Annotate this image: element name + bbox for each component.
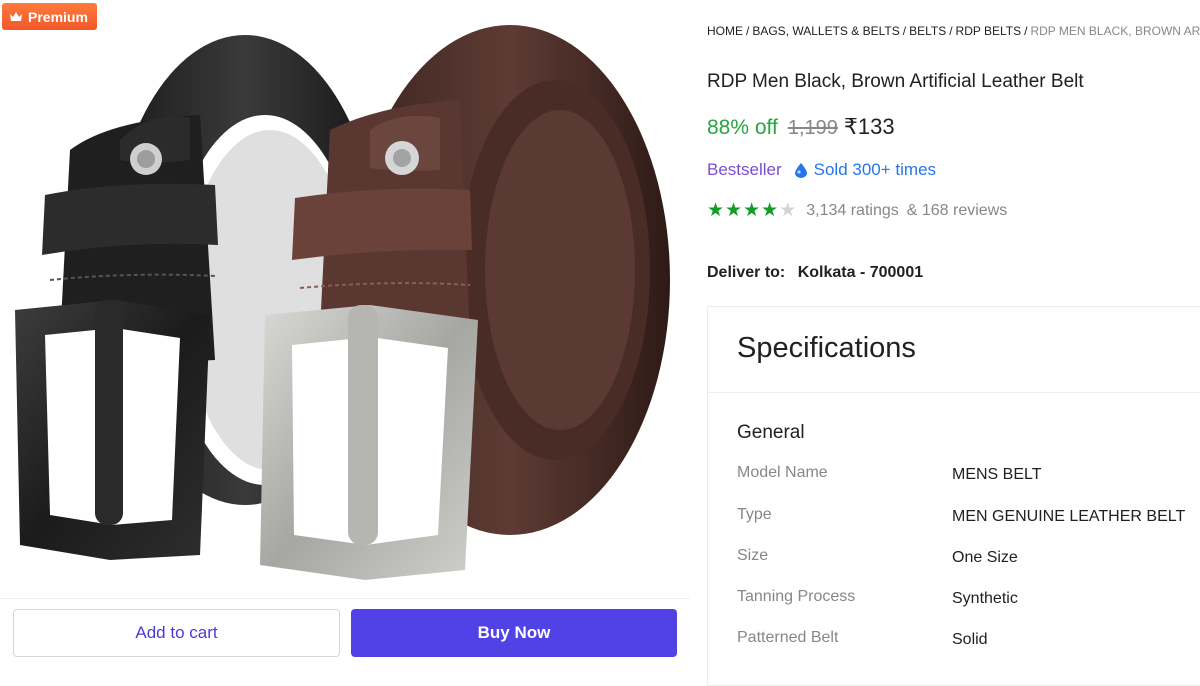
spec-key: Tanning Process [737,588,856,605]
breadcrumb-item-belts[interactable]: BELTS [909,24,946,38]
ratings-count: 3,134 ratings [806,202,899,219]
rating-row[interactable]: ★ ★ ★ ★ ★ 3,134 ratings & 168 reviews [707,201,1007,221]
spec-key: Model Name [737,464,828,481]
spec-group-title: General [737,422,805,443]
delivery-row[interactable]: Deliver to: Kolkata - 700001 [707,264,923,282]
specifications-title: Specifications [737,332,916,364]
breadcrumb-item-home[interactable]: HOME [707,24,743,38]
spec-value: One Size [952,549,1018,566]
sold-count-label: Sold 300+ times [813,160,937,179]
spec-value: MENS BELT [952,466,1042,483]
mrp-price: 1,199 [787,117,838,139]
spec-value: Synthetic [952,590,1018,607]
breadcrumb-item-brand[interactable]: RDP BELTS [956,24,1022,38]
add-to-cart-button[interactable]: Add to cart [13,609,340,657]
breadcrumb-item-bags[interactable]: BAGS, WALLETS & BELTS [752,24,899,38]
product-title: RDP Men Black, Brown Artificial Leather … [707,71,1084,92]
reviews-count: & 168 reviews [906,202,1008,219]
bestseller-tag: Bestseller [707,160,782,179]
product-image-belts[interactable] [0,0,690,600]
deliver-location[interactable]: Kolkata - 700001 [798,264,923,281]
spec-value: Solid [952,631,988,648]
spec-row: Type MEN GENUINE LEATHER BELT [737,506,1200,528]
spec-key: Size [737,547,769,564]
specifications-panel: Specifications General Model Name MENS B… [707,306,1200,686]
spec-key: Patterned Belt [737,629,839,646]
premium-badge-label: Premium [28,8,88,25]
spec-key: Type [737,506,772,523]
spec-row: Model Name MENS BELT [737,464,1200,486]
tags-row: Bestseller Sold 300+ times [707,160,936,180]
image-divider [0,598,690,599]
breadcrumb: HOME / BAGS, WALLETS & BELTS / BELTS / RDP BEL… [707,24,1200,38]
spec-row: Patterned Belt Solid [737,629,1200,651]
price-row: 88% off 1,199 ₹133 [707,114,895,140]
sold-count: Sold 300+ times [794,160,936,180]
star-icon: ★ [725,200,743,221]
spec-row: Tanning Process Synthetic [737,588,1200,610]
star-icon: ★ [743,200,761,221]
spec-divider [708,392,1200,393]
buy-now-button[interactable]: Buy Now [351,609,677,657]
drop-icon [794,162,808,178]
rating-stars: ★ ★ ★ ★ ★ [707,201,796,221]
breadcrumb-current: RDP MEN BLACK, BROWN ARTIFICIAL LEATHER … [1030,24,1200,38]
deliver-label: Deliver to: [707,264,786,281]
star-empty-icon: ★ [779,200,797,221]
product-image-panel: Premium Add to cart Buy Now [0,0,690,668]
star-icon: ★ [761,200,779,221]
selling-price: ₹133 [843,114,895,139]
discount-label: 88% off [707,116,778,139]
premium-badge: Premium [2,3,97,30]
star-icon: ★ [707,200,725,221]
spec-row: Size One Size [737,547,1200,569]
crown-icon [9,11,23,22]
spec-value: MEN GENUINE LEATHER BELT [952,508,1186,525]
